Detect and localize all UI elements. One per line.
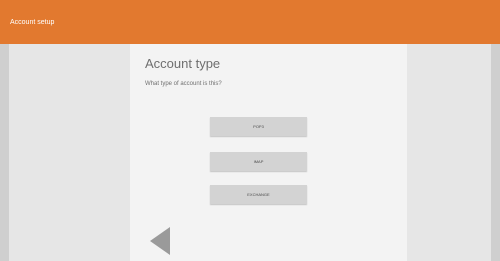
app-bar: Account setup [0, 0, 500, 44]
imap-button[interactable]: IMAP [210, 152, 307, 171]
exchange-button[interactable]: EXCHANGE [210, 185, 307, 204]
right-margin [491, 44, 500, 261]
page-subtitle: What type of account is this? [145, 81, 222, 87]
app-bar-title: Account setup [10, 19, 55, 26]
back-arrow-icon[interactable] [144, 225, 176, 257]
pop3-button[interactable]: POP3 [210, 117, 307, 136]
left-margin [0, 44, 9, 261]
account-type-panel: Account type What type of account is thi… [130, 44, 407, 261]
page-title: Account type [145, 56, 221, 71]
